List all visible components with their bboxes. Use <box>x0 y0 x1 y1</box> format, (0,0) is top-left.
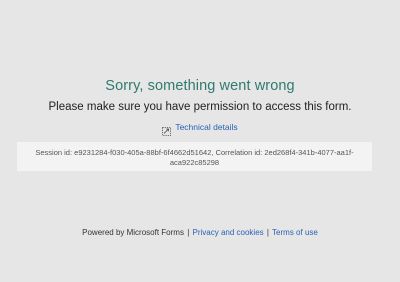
terms-link[interactable]: Terms of use <box>272 228 318 237</box>
footer-separator: | <box>266 228 269 237</box>
session-id-value: e9231284-f030-405a-88bf-6f4662d51642 <box>74 148 212 157</box>
footer: Powered by Microsoft Forms | Privacy and… <box>0 228 400 237</box>
error-title: Sorry, something went wrong <box>105 78 295 94</box>
technical-details-panel: Session id: e9231284-f030-405a-88bf-6f46… <box>17 142 372 171</box>
technical-details-link[interactable]: Technical details <box>175 122 237 132</box>
error-message: Please make sure you have permission to … <box>48 101 352 113</box>
correlation-id-label: Correlation id: <box>215 148 263 157</box>
error-page: Sorry, something went wrong Please make … <box>0 0 400 282</box>
technical-details-toggle[interactable]: Technical details <box>0 122 400 136</box>
privacy-link[interactable]: Privacy and cookies <box>193 228 264 237</box>
expand-details-icon[interactable] <box>162 123 172 136</box>
footer-separator: | <box>187 228 190 237</box>
session-id-label: Session id: <box>35 148 73 157</box>
powered-by-text: Powered by Microsoft Forms <box>82 228 184 237</box>
